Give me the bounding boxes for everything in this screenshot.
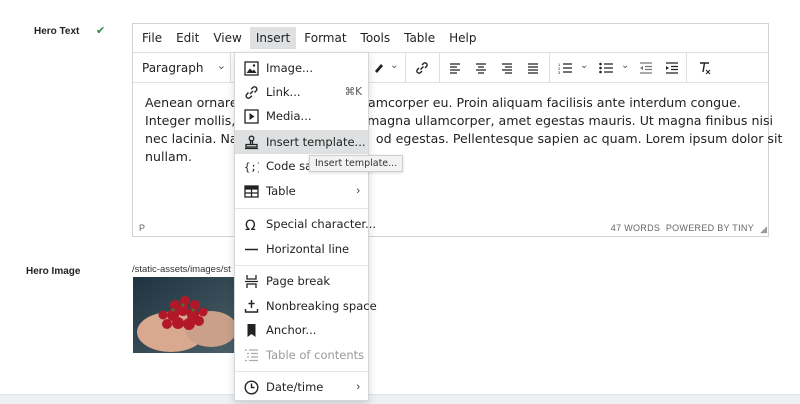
menu-item-media[interactable]: Media... [235,104,368,128]
menu-item-table[interactable]: Table › [235,179,368,203]
code-sample-icon: {;} [243,158,259,174]
highlight-color-icon[interactable] [368,57,390,79]
page-break-icon [243,273,259,289]
menu-file[interactable]: File [136,27,168,49]
numbered-list-icon[interactable]: 123 [554,57,576,79]
chevron-right-icon: › [356,381,360,393]
menu-insert[interactable]: Insert [249,27,297,49]
word-count[interactable]: 47 WORDS [611,223,660,233]
bookmark-icon [243,322,259,338]
outdent-icon[interactable] [634,57,656,79]
resize-handle-icon[interactable]: ◢ [760,224,767,235]
bullet-list-icon[interactable] [595,57,617,79]
chevron-down-icon[interactable]: ⌄ [621,60,629,71]
rich-text-editor: File Edit View Insert Format Tools Table… [132,23,782,237]
menu-item-date-time[interactable]: Date/time › [235,375,368,399]
menu-table[interactable]: Table [398,27,441,49]
hero-text-label: Hero Text [34,26,80,37]
align-center-icon[interactable] [470,57,492,79]
status-info: 47 WORDS POWERED BY TINY [611,223,754,233]
shortcut-label: ⌘K [344,86,362,98]
svg-text:3: 3 [558,70,561,74]
template-icon [243,134,259,150]
menu-item-link[interactable]: Link... ⌘K [235,80,368,104]
indent-icon[interactable] [660,57,682,79]
element-path[interactable]: P [139,223,145,233]
svg-text:{;}: {;} [244,161,259,173]
tooltip: Insert template... [309,155,404,172]
svg-text:Ω: Ω [245,218,256,232]
media-icon [243,108,259,124]
block-format-select[interactable]: Paragraph ⌄ [133,53,231,82]
align-justify-icon[interactable] [522,57,544,79]
clock-icon [243,379,259,395]
menu-item-special-character[interactable]: Ω Special character... [235,212,377,236]
image-icon [243,60,259,76]
menu-item-table-of-contents: Table of contents [235,343,368,367]
menu-item-page-break[interactable]: Page break [235,269,368,293]
chevron-down-icon[interactable]: ⌄ [580,60,588,71]
menu-format[interactable]: Format [298,27,352,49]
chevron-right-icon: › [356,185,360,197]
align-right-icon[interactable] [496,57,518,79]
hero-image-path: /static-assets/images/st [132,264,231,275]
chevron-down-icon: ⌄ [216,59,226,72]
editor-toolbar: Paragraph ⌄ ⌄ 123 ⌄ ⌄ [133,53,768,83]
menu-item-nonbreaking-space[interactable]: Nonbreaking space [235,294,377,318]
link-icon [243,84,259,100]
nbsp-icon [243,298,259,314]
table-icon [243,183,259,199]
editor-statusbar: P 47 WORDS POWERED BY TINY ◢ [133,222,768,236]
menu-help[interactable]: Help [443,27,482,49]
chevron-down-icon[interactable]: ⌄ [390,60,398,71]
clear-formatting-icon[interactable] [694,57,716,79]
hero-image-thumbnail[interactable] [133,277,237,353]
horizontal-line-icon [243,241,259,257]
editor-menubar: File Edit View Insert Format Tools Table… [133,24,768,53]
menu-item-anchor[interactable]: Anchor... [235,318,368,342]
powered-by-link[interactable]: POWERED BY TINY [666,223,754,233]
menu-edit[interactable]: Edit [170,27,205,49]
hero-image-label: Hero Image [26,266,81,277]
menu-item-image[interactable]: Image... [235,56,368,80]
align-left-icon[interactable] [444,57,466,79]
omega-icon: Ω [243,216,259,232]
menu-item-insert-template[interactable]: Insert template... [235,130,368,154]
check-icon: ✔ [96,25,106,37]
menu-tools[interactable]: Tools [355,27,397,49]
menu-view[interactable]: View [207,27,247,49]
menu-item-horizontal-line[interactable]: Horizontal line [235,237,368,261]
toc-icon [243,347,259,363]
block-format-value: Paragraph [142,61,204,75]
link-icon[interactable] [411,57,433,79]
insert-menu: Image... Link... ⌘K Media... Insert temp… [234,52,377,401]
